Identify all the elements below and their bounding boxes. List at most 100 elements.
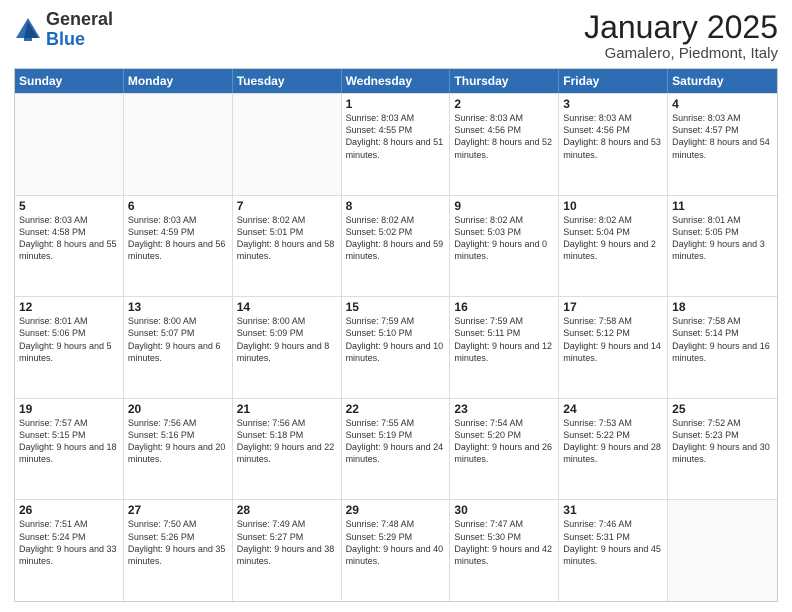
day-info: Sunrise: 7:54 AM Sunset: 5:20 PM Dayligh… [454,417,554,466]
day-number: 7 [237,199,337,213]
day-info: Sunrise: 7:57 AM Sunset: 5:15 PM Dayligh… [19,417,119,466]
cell-w2-d4: 8Sunrise: 8:02 AM Sunset: 5:02 PM Daylig… [342,196,451,297]
day-info: Sunrise: 8:03 AM Sunset: 4:56 PM Dayligh… [563,112,663,161]
header-saturday: Saturday [668,69,777,93]
day-info: Sunrise: 8:01 AM Sunset: 5:05 PM Dayligh… [672,214,773,263]
day-info: Sunrise: 7:58 AM Sunset: 5:14 PM Dayligh… [672,315,773,364]
day-info: Sunrise: 7:46 AM Sunset: 5:31 PM Dayligh… [563,518,663,567]
day-number: 26 [19,503,119,517]
cell-w5-d3: 28Sunrise: 7:49 AM Sunset: 5:27 PM Dayli… [233,500,342,601]
cell-w1-d1 [15,94,124,195]
cell-w1-d2 [124,94,233,195]
logo-general: General [46,9,113,29]
day-info: Sunrise: 7:49 AM Sunset: 5:27 PM Dayligh… [237,518,337,567]
day-number: 25 [672,402,773,416]
day-number: 1 [346,97,446,111]
page: General Blue January 2025 Gamalero, Pied… [0,0,792,612]
cell-w2-d5: 9Sunrise: 8:02 AM Sunset: 5:03 PM Daylig… [450,196,559,297]
calendar-subtitle: Gamalero, Piedmont, Italy [584,45,778,62]
week-2: 5Sunrise: 8:03 AM Sunset: 4:58 PM Daylig… [15,195,777,297]
header-tuesday: Tuesday [233,69,342,93]
cell-w1-d7: 4Sunrise: 8:03 AM Sunset: 4:57 PM Daylig… [668,94,777,195]
cell-w2-d1: 5Sunrise: 8:03 AM Sunset: 4:58 PM Daylig… [15,196,124,297]
day-number: 3 [563,97,663,111]
header-friday: Friday [559,69,668,93]
day-info: Sunrise: 8:02 AM Sunset: 5:03 PM Dayligh… [454,214,554,263]
calendar-header: Sunday Monday Tuesday Wednesday Thursday… [15,69,777,93]
day-number: 27 [128,503,228,517]
cell-w2-d7: 11Sunrise: 8:01 AM Sunset: 5:05 PM Dayli… [668,196,777,297]
cell-w4-d4: 22Sunrise: 7:55 AM Sunset: 5:19 PM Dayli… [342,399,451,500]
day-info: Sunrise: 7:59 AM Sunset: 5:11 PM Dayligh… [454,315,554,364]
day-info: Sunrise: 8:00 AM Sunset: 5:09 PM Dayligh… [237,315,337,364]
header-thursday: Thursday [450,69,559,93]
logo: General Blue [14,10,113,50]
cell-w1-d6: 3Sunrise: 8:03 AM Sunset: 4:56 PM Daylig… [559,94,668,195]
header-monday: Monday [124,69,233,93]
day-number: 5 [19,199,119,213]
day-info: Sunrise: 7:52 AM Sunset: 5:23 PM Dayligh… [672,417,773,466]
day-number: 10 [563,199,663,213]
cell-w5-d4: 29Sunrise: 7:48 AM Sunset: 5:29 PM Dayli… [342,500,451,601]
header-wednesday: Wednesday [342,69,451,93]
day-number: 14 [237,300,337,314]
day-info: Sunrise: 7:48 AM Sunset: 5:29 PM Dayligh… [346,518,446,567]
day-info: Sunrise: 7:56 AM Sunset: 5:16 PM Dayligh… [128,417,228,466]
cell-w5-d5: 30Sunrise: 7:47 AM Sunset: 5:30 PM Dayli… [450,500,559,601]
cell-w2-d3: 7Sunrise: 8:02 AM Sunset: 5:01 PM Daylig… [233,196,342,297]
header-sunday: Sunday [15,69,124,93]
day-number: 2 [454,97,554,111]
day-number: 9 [454,199,554,213]
cell-w4-d1: 19Sunrise: 7:57 AM Sunset: 5:15 PM Dayli… [15,399,124,500]
week-3: 12Sunrise: 8:01 AM Sunset: 5:06 PM Dayli… [15,296,777,398]
cell-w3-d1: 12Sunrise: 8:01 AM Sunset: 5:06 PM Dayli… [15,297,124,398]
day-info: Sunrise: 7:56 AM Sunset: 5:18 PM Dayligh… [237,417,337,466]
cell-w2-d2: 6Sunrise: 8:03 AM Sunset: 4:59 PM Daylig… [124,196,233,297]
cell-w3-d3: 14Sunrise: 8:00 AM Sunset: 5:09 PM Dayli… [233,297,342,398]
day-info: Sunrise: 7:58 AM Sunset: 5:12 PM Dayligh… [563,315,663,364]
day-number: 18 [672,300,773,314]
day-number: 23 [454,402,554,416]
logo-icon [14,16,42,44]
day-number: 12 [19,300,119,314]
day-number: 31 [563,503,663,517]
day-number: 30 [454,503,554,517]
day-number: 21 [237,402,337,416]
week-5: 26Sunrise: 7:51 AM Sunset: 5:24 PM Dayli… [15,499,777,601]
week-1: 1Sunrise: 8:03 AM Sunset: 4:55 PM Daylig… [15,93,777,195]
cell-w1-d5: 2Sunrise: 8:03 AM Sunset: 4:56 PM Daylig… [450,94,559,195]
day-info: Sunrise: 8:01 AM Sunset: 5:06 PM Dayligh… [19,315,119,364]
day-number: 22 [346,402,446,416]
cell-w4-d2: 20Sunrise: 7:56 AM Sunset: 5:16 PM Dayli… [124,399,233,500]
logo-blue: Blue [46,29,85,49]
day-info: Sunrise: 8:03 AM Sunset: 4:56 PM Dayligh… [454,112,554,161]
day-number: 20 [128,402,228,416]
cell-w1-d3 [233,94,342,195]
day-info: Sunrise: 7:55 AM Sunset: 5:19 PM Dayligh… [346,417,446,466]
calendar-body: 1Sunrise: 8:03 AM Sunset: 4:55 PM Daylig… [15,93,777,601]
day-number: 28 [237,503,337,517]
cell-w3-d4: 15Sunrise: 7:59 AM Sunset: 5:10 PM Dayli… [342,297,451,398]
day-info: Sunrise: 8:02 AM Sunset: 5:04 PM Dayligh… [563,214,663,263]
day-info: Sunrise: 8:03 AM Sunset: 4:58 PM Dayligh… [19,214,119,263]
day-number: 8 [346,199,446,213]
day-number: 11 [672,199,773,213]
cell-w2-d6: 10Sunrise: 8:02 AM Sunset: 5:04 PM Dayli… [559,196,668,297]
cell-w3-d2: 13Sunrise: 8:00 AM Sunset: 5:07 PM Dayli… [124,297,233,398]
cell-w4-d5: 23Sunrise: 7:54 AM Sunset: 5:20 PM Dayli… [450,399,559,500]
day-number: 4 [672,97,773,111]
header: General Blue January 2025 Gamalero, Pied… [14,10,778,62]
day-number: 13 [128,300,228,314]
day-info: Sunrise: 7:51 AM Sunset: 5:24 PM Dayligh… [19,518,119,567]
cell-w5-d7 [668,500,777,601]
cell-w5-d1: 26Sunrise: 7:51 AM Sunset: 5:24 PM Dayli… [15,500,124,601]
cell-w3-d7: 18Sunrise: 7:58 AM Sunset: 5:14 PM Dayli… [668,297,777,398]
cell-w4-d7: 25Sunrise: 7:52 AM Sunset: 5:23 PM Dayli… [668,399,777,500]
day-info: Sunrise: 8:03 AM Sunset: 4:59 PM Dayligh… [128,214,228,263]
day-number: 19 [19,402,119,416]
logo-text: General Blue [46,10,113,50]
calendar: Sunday Monday Tuesday Wednesday Thursday… [14,68,778,602]
day-number: 16 [454,300,554,314]
day-info: Sunrise: 7:50 AM Sunset: 5:26 PM Dayligh… [128,518,228,567]
day-number: 17 [563,300,663,314]
